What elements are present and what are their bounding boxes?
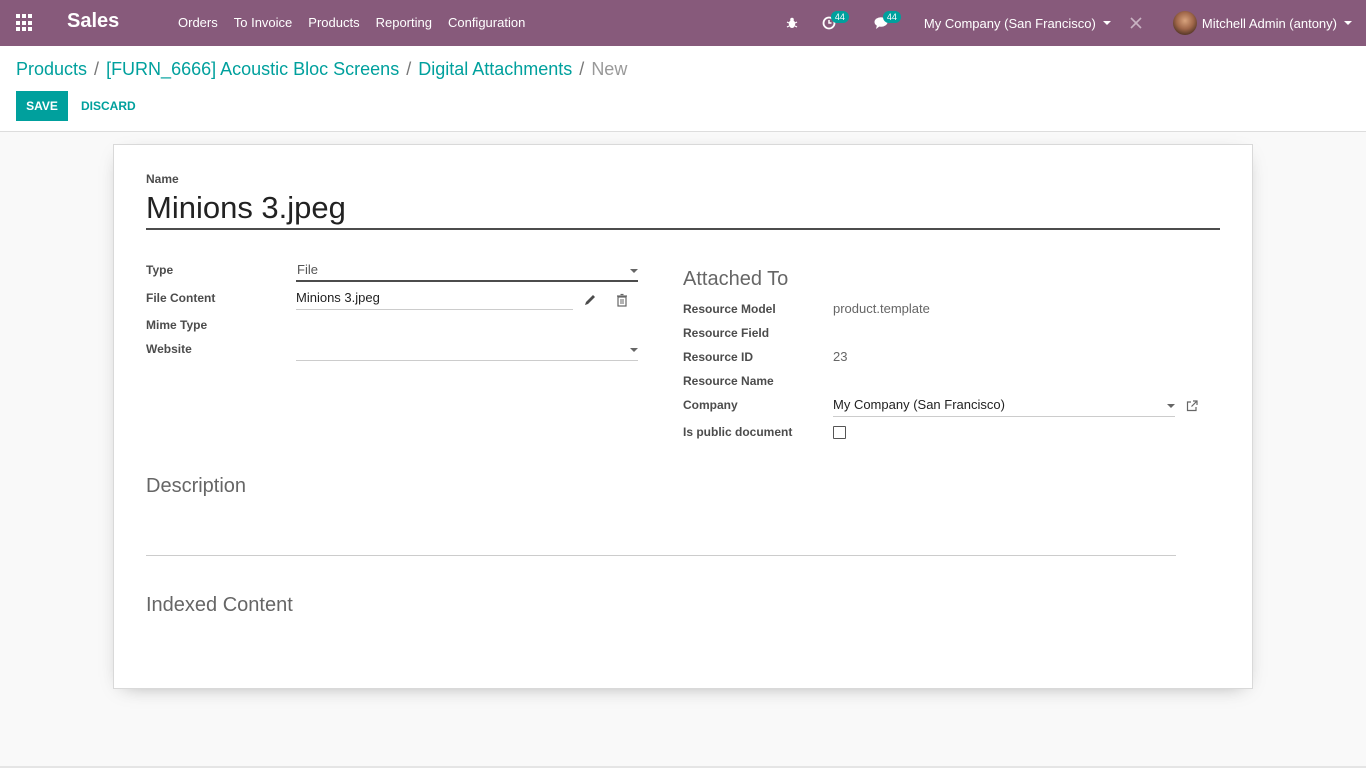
trash-icon[interactable]	[615, 293, 629, 307]
user-name: Mitchell Admin (antony)	[1201, 15, 1337, 31]
indexed-content-title: Indexed Content	[146, 594, 293, 616]
main-menu: Orders To Invoice Products Reporting Con…	[170, 0, 533, 46]
resource-model-value: product.template	[833, 301, 930, 316]
chevron-down-icon	[1102, 21, 1111, 25]
systray: 44 44 My Company (San Francisco) Mitchel…	[786, 0, 1366, 46]
apps-menu-icon[interactable]	[16, 14, 34, 32]
menu-reporting[interactable]: Reporting	[368, 0, 440, 46]
resource-model-label: Resource Model	[683, 302, 776, 316]
breadcrumb-separator: /	[94, 59, 100, 79]
company-switcher[interactable]: My Company (San Francisco)	[924, 0, 1111, 46]
breadcrumb-product-record[interactable]: [FURN_6666] Acoustic Bloc Screens	[106, 59, 399, 80]
resource-id-label: Resource ID	[683, 350, 754, 364]
menu-products[interactable]: Products	[300, 0, 367, 46]
type-label: Type	[146, 263, 174, 277]
file-content-value: Minions 3.jpeg	[296, 290, 380, 305]
chevron-down-icon	[1344, 21, 1352, 25]
breadcrumb-current: New	[591, 59, 628, 79]
website-select[interactable]	[296, 339, 638, 361]
user-menu[interactable]: Mitchell Admin (antony)	[1172, 0, 1352, 46]
external-link-icon[interactable]	[1185, 399, 1199, 413]
breadcrumb-separator: /	[579, 59, 585, 79]
form-sheet: Name Minions 3.jpeg Type File File Conte…	[113, 144, 1253, 689]
menu-configuration[interactable]: Configuration	[440, 0, 533, 46]
top-navbar: Sales Orders To Invoice Products Reporti…	[0, 0, 1366, 46]
resource-field-label: Resource Field	[683, 326, 770, 340]
chevron-down-icon	[630, 348, 638, 352]
chevron-down-icon	[630, 269, 638, 273]
mime-type-label: Mime Type	[146, 318, 208, 332]
avatar	[1172, 11, 1197, 35]
file-content-field[interactable]: Minions 3.jpeg	[296, 288, 573, 310]
file-content-label: File Content	[146, 291, 216, 305]
save-button[interactable]: SAVE	[16, 91, 68, 121]
discard-button[interactable]: DISCARD	[74, 91, 143, 121]
attached-to-title: Attached To	[683, 268, 789, 290]
activity-clock-icon[interactable]: 44	[822, 0, 858, 46]
menu-orders[interactable]: Orders	[170, 0, 226, 46]
resource-id-value: 23	[833, 349, 848, 364]
resource-name-label: Resource Name	[683, 374, 774, 388]
breadcrumb: Products / [FURN_6666] Acoustic Bloc Scr…	[16, 59, 627, 80]
description-field[interactable]	[146, 555, 1176, 556]
edit-pencil-icon[interactable]	[583, 293, 597, 307]
company-select[interactable]: My Company (San Francisco)	[833, 395, 1175, 417]
public-document-label: Is public document	[683, 425, 793, 439]
messages-chat-icon[interactable]: 44	[874, 0, 910, 46]
breadcrumb-digital-attachments[interactable]: Digital Attachments	[418, 59, 572, 80]
name-input[interactable]: Minions 3.jpeg	[146, 188, 1220, 230]
company-label: Company	[683, 398, 738, 412]
menu-to-invoice[interactable]: To Invoice	[226, 0, 301, 46]
control-panel: Products / [FURN_6666] Acoustic Bloc Scr…	[0, 46, 1366, 132]
breadcrumb-products[interactable]: Products	[16, 59, 87, 80]
company-name: My Company (San Francisco)	[923, 15, 1096, 31]
public-document-checkbox[interactable]	[833, 426, 846, 439]
type-select[interactable]: File	[296, 260, 638, 282]
activity-count-badge: 44	[830, 11, 849, 23]
breadcrumb-separator: /	[406, 59, 412, 79]
chevron-down-icon	[1167, 404, 1175, 408]
name-label: Name	[146, 172, 179, 186]
description-title: Description	[146, 475, 247, 497]
website-label: Website	[146, 342, 192, 356]
message-count-badge: 44	[882, 11, 901, 23]
company-value: My Company (San Francisco)	[833, 397, 1005, 412]
tools-cross-icon[interactable]	[1129, 0, 1143, 46]
debug-bug-icon[interactable]	[786, 0, 806, 46]
app-title[interactable]: Sales	[67, 10, 119, 33]
type-value: File	[297, 262, 318, 277]
